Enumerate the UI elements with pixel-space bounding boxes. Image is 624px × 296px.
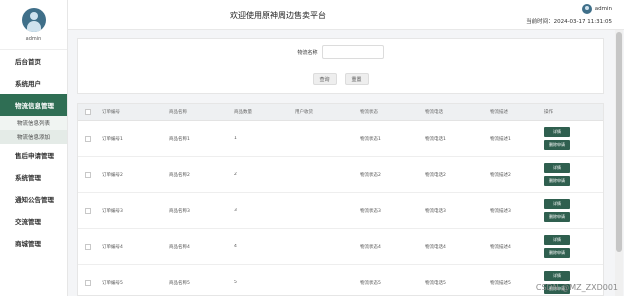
cell-status: 物流状态4: [360, 244, 381, 250]
search-label: 物流名称: [297, 49, 318, 56]
column-header: 物流状态: [360, 110, 378, 115]
search-panel: 物流名称 查询 重置: [77, 38, 604, 94]
cell-status: 物流状态1: [360, 136, 381, 142]
column-header: 物流描述: [490, 110, 508, 115]
data-table: 订单编号 商品名称 商品数量 用户收货 物流状态 物流电话 物流描述 操作 订单…: [77, 103, 604, 296]
cell-description: 物流描述3: [490, 208, 511, 214]
row-checkbox[interactable]: [85, 243, 91, 250]
table-row: 订单编号1 商品名称1 1 物流状态1 物流电话1 物流描述1 详情 删除申请: [78, 121, 603, 157]
detail-button[interactable]: 详情: [544, 163, 570, 173]
scrollbar[interactable]: [615, 30, 623, 296]
column-header: 操作: [544, 110, 553, 115]
search-input[interactable]: [321, 45, 384, 59]
user-info: admin 当前时间：2024-03-17 11:31:05: [526, 4, 612, 25]
delete-button[interactable]: 删除申请: [544, 140, 570, 150]
sidebar-item-notices[interactable]: 通知公告管理: [0, 188, 67, 210]
row-checkbox[interactable]: [85, 171, 91, 178]
cell-status: 物流状态3: [360, 208, 381, 214]
avatar[interactable]: [21, 7, 46, 32]
cell-description: 物流描述1: [490, 136, 511, 142]
current-time: 当前时间：2024-03-17 11:31:05: [526, 19, 612, 25]
cell-description: 物流描述5: [490, 280, 511, 286]
cell-quantity: 4: [234, 244, 237, 249]
table-row: 订单编号4 商品名称4 4 物流状态4 物流电话4 物流描述4 详情 删除申请: [78, 229, 603, 265]
detail-button[interactable]: 详情: [544, 127, 570, 137]
cell-quantity: 5: [234, 280, 237, 285]
cell-phone: 物流电话5: [425, 280, 446, 286]
cell-order-no: 订单编号3: [102, 208, 123, 214]
sidebar-item-communication[interactable]: 交流管理: [0, 210, 67, 232]
scrollbar-thumb[interactable]: [616, 32, 622, 252]
sidebar-item-logistics[interactable]: 物流信息管理: [0, 94, 67, 116]
sidebar: admin 后台首页 系统用户 物流信息管理 物流信息列表 物流信息添加 售后申…: [0, 0, 68, 296]
sidebar-item-after-sales[interactable]: 售后申请管理: [0, 144, 67, 166]
cell-status: 物流状态2: [360, 172, 381, 178]
select-all-checkbox[interactable]: [85, 109, 91, 115]
cell-phone: 物流电话3: [425, 208, 446, 214]
column-header: 物流电话: [425, 110, 443, 115]
table-row: 订单编号2 商品名称2 2 物流状态2 物流电话2 物流描述2 详情 删除申请: [78, 157, 603, 193]
cell-order-no: 订单编号5: [102, 280, 123, 286]
column-header: 订单编号: [102, 110, 120, 115]
column-header: 商品数量: [234, 110, 252, 115]
delete-button[interactable]: 删除申请: [544, 248, 570, 258]
column-header: 商品名称: [169, 110, 187, 115]
cell-product-name: 商品名称5: [169, 280, 190, 286]
sidebar-profile: admin: [0, 0, 67, 50]
cell-phone: 物流电话4: [425, 244, 446, 250]
cell-order-no: 订单编号2: [102, 172, 123, 178]
row-checkbox[interactable]: [85, 279, 91, 286]
cell-order-no: 订单编号1: [102, 136, 123, 142]
delete-button[interactable]: 删除申请: [544, 212, 570, 222]
sidebar-subitem-logistics-list[interactable]: 物流信息列表: [0, 116, 67, 130]
row-checkbox[interactable]: [85, 135, 91, 142]
column-header: 用户收货: [295, 110, 313, 115]
row-checkbox[interactable]: [85, 207, 91, 214]
delete-button[interactable]: 删除申请: [544, 176, 570, 186]
cell-status: 物流状态5: [360, 280, 381, 286]
cell-product-name: 商品名称4: [169, 244, 190, 250]
cell-quantity: 2: [234, 172, 237, 177]
cell-quantity: 1: [234, 136, 237, 141]
cell-product-name: 商品名称3: [169, 208, 190, 214]
table-row: 订单编号3 商品名称3 3 物流状态3 物流电话3 物流描述3 详情 删除申请: [78, 193, 603, 229]
cell-product-name: 商品名称1: [169, 136, 190, 142]
watermark: CSDN @MZ_ZXD001: [535, 283, 618, 292]
header-username[interactable]: admin: [595, 6, 612, 12]
sidebar-subitem-logistics-add[interactable]: 物流信息添加: [0, 130, 67, 144]
cell-order-no: 订单编号4: [102, 244, 123, 250]
cell-phone: 物流电话1: [425, 136, 446, 142]
detail-button[interactable]: 详情: [544, 235, 570, 245]
cell-description: 物流描述4: [490, 244, 511, 250]
user-avatar-icon[interactable]: [581, 4, 592, 14]
table-header: 订单编号 商品名称 商品数量 用户收货 物流状态 物流电话 物流描述 操作: [78, 104, 603, 121]
top-header: 欢迎使用原神周边售卖平台 admin 当前时间：2024-03-17 11:31…: [68, 0, 624, 30]
table-row: 订单编号5 商品名称5 5 物流状态5 物流电话5 物流描述5 详情 删除申请: [78, 265, 603, 295]
cell-quantity: 3: [234, 208, 237, 213]
cell-product-name: 商品名称2: [169, 172, 190, 178]
query-button[interactable]: 查询: [312, 73, 337, 85]
detail-button[interactable]: 详情: [544, 271, 570, 281]
page-title: 欢迎使用原神周边售卖平台: [230, 11, 326, 20]
sidebar-item-system-users[interactable]: 系统用户: [0, 72, 67, 94]
sidebar-item-mall[interactable]: 商城管理: [0, 232, 67, 254]
detail-button[interactable]: 详情: [544, 199, 570, 209]
cell-phone: 物流电话2: [425, 172, 446, 178]
sidebar-item-home[interactable]: 后台首页: [0, 50, 67, 72]
cell-description: 物流描述2: [490, 172, 511, 178]
reset-button[interactable]: 重置: [344, 73, 369, 85]
sidebar-username: admin: [25, 35, 42, 42]
sidebar-item-system-settings[interactable]: 系统管理: [0, 166, 67, 188]
